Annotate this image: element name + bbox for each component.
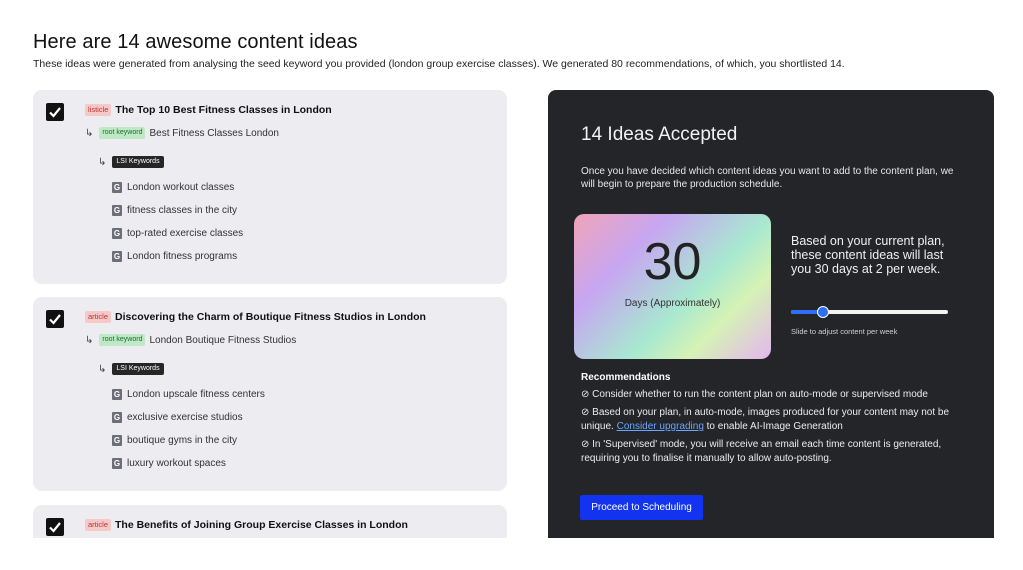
slider-caption: Slide to adjust content per week <box>791 327 898 336</box>
google-g-icon: G <box>112 251 122 262</box>
lsi-keywords-badge: LSI Keywords <box>112 363 164 375</box>
lsi-keyword-text: top-rated exercise classes <box>127 228 244 239</box>
return-arrow-icon: ↳ <box>98 363 107 375</box>
page-header: Here are 14 awesome content ideas These … <box>33 31 993 70</box>
content-per-week-slider[interactable] <box>791 306 948 318</box>
checkmark-icon <box>49 107 61 118</box>
idea-title: The Top 10 Best Fitness Classes in Londo… <box>115 104 332 116</box>
google-g-icon: G <box>112 205 122 216</box>
days-estimate-card: 30 Days (Approximately) <box>574 214 771 359</box>
page-title: Here are 14 awesome content ideas <box>33 31 358 53</box>
recommendation-text: to enable AI-Image Generation <box>703 421 843 432</box>
root-keyword: Best Fitness Classes London <box>149 127 279 139</box>
proceed-to-scheduling-button[interactable]: Proceed to Scheduling <box>580 495 703 520</box>
google-g-icon: G <box>112 458 122 469</box>
return-arrow-icon: ↳ <box>85 127 94 139</box>
idea-type-badge: listicle <box>85 104 112 116</box>
root-keyword-row: ↳ root keyword London Boutique Fitness S… <box>85 334 296 346</box>
lsi-header: ↳ LSI Keywords <box>98 156 164 168</box>
lsi-keyword-item: G London workout classes <box>112 176 243 199</box>
lsi-keyword-list: G London workout classes Gfitness classes… <box>112 176 243 268</box>
google-g-icon: G <box>112 228 122 239</box>
lsi-header: ↳ LSI Keywords <box>98 363 164 375</box>
idea-card: article The Benefits of Joining Group Ex… <box>33 505 507 538</box>
lsi-keyword-item: Gluxury workout spaces <box>112 452 265 475</box>
lsi-keyword-text: London fitness programs <box>127 251 238 262</box>
lsi-keyword-text: fitness classes in the city <box>127 205 238 216</box>
recommendation-item: ⊘ In 'Supervised' mode, you will receive… <box>581 438 942 465</box>
return-arrow-icon: ↳ <box>98 156 107 168</box>
checkmark-icon <box>49 522 61 533</box>
root-keyword-row: ↳ root keyword Best Fitness Classes Lond… <box>85 127 279 139</box>
root-keyword-badge: root keyword <box>99 334 146 346</box>
recommendations-heading: Recommendations <box>581 372 671 383</box>
google-g-icon: G <box>112 435 122 446</box>
lsi-keyword-list: G London upscale fitness centers Gexclusi… <box>112 383 265 475</box>
recommendations-list: ⊘ Consider whether to run the content pl… <box>581 388 971 470</box>
idea-checkbox[interactable] <box>46 103 64 121</box>
recommendation-item: ⊘ Consider whether to run the content pl… <box>581 389 928 400</box>
idea-checkbox[interactable] <box>46 518 64 536</box>
idea-checkbox[interactable] <box>46 310 64 328</box>
days-label: Days (Approximately) <box>624 298 721 309</box>
plan-duration-text: Based on your current plan, these conten… <box>791 234 945 276</box>
idea-type-badge: article <box>85 519 112 531</box>
consider-upgrading-link[interactable]: Consider upgrading <box>617 421 704 432</box>
lsi-keyword-text: London workout classes <box>127 182 235 193</box>
lsi-keyword-item: Gfitness classes in the city <box>112 199 243 222</box>
return-arrow-icon: ↳ <box>85 334 94 346</box>
checkmark-icon <box>49 314 61 325</box>
lsi-keyword-item: Gtop-rated exercise classes <box>112 222 243 245</box>
slider-handle[interactable] <box>817 306 830 318</box>
page-subtitle: These ideas were generated from analysin… <box>33 58 845 70</box>
root-keyword: London Boutique Fitness Studios <box>149 334 297 346</box>
lsi-keyword-item: Gboutique gyms in the city <box>112 429 265 452</box>
google-g-icon: G <box>112 182 122 193</box>
lsi-keyword-item: G London fitness programs <box>112 245 243 268</box>
recommendation-item: ⊘ Based on your plan, in auto-mode, imag… <box>581 406 971 435</box>
idea-title: The Benefits of Joining Group Exercise C… <box>115 519 408 531</box>
ideas-list: listicle The Top 10 Best Fitness Classes… <box>33 90 507 538</box>
ideas-accepted-title: 14 Ideas Accepted <box>581 124 738 145</box>
summary-panel: 14 Ideas Accepted Once you have decided … <box>548 90 994 538</box>
idea-card: article Discovering the Charm of Boutiqu… <box>33 297 507 491</box>
google-g-icon: G <box>112 389 122 400</box>
lsi-keyword-item: Gexclusive exercise studios <box>112 406 265 429</box>
idea-type-badge: article <box>85 311 112 323</box>
root-keyword-badge: root keyword <box>99 127 146 139</box>
lsi-keyword-item: G London upscale fitness centers <box>112 383 265 406</box>
google-g-icon: G <box>112 412 122 423</box>
lsi-keyword-text: boutique gyms in the city <box>127 435 238 446</box>
idea-card: listicle The Top 10 Best Fitness Classes… <box>33 90 507 284</box>
days-value: 30 <box>643 233 702 291</box>
lsi-keywords-badge: LSI Keywords <box>112 156 164 168</box>
idea-title: Discovering the Charm of Boutique Fitnes… <box>115 311 426 323</box>
lsi-keyword-text: exclusive exercise studios <box>127 412 243 423</box>
panel-intro: Once you have decided which content idea… <box>581 166 954 190</box>
lsi-keyword-text: London upscale fitness centers <box>127 389 265 400</box>
lsi-keyword-text: luxury workout spaces <box>127 458 226 469</box>
